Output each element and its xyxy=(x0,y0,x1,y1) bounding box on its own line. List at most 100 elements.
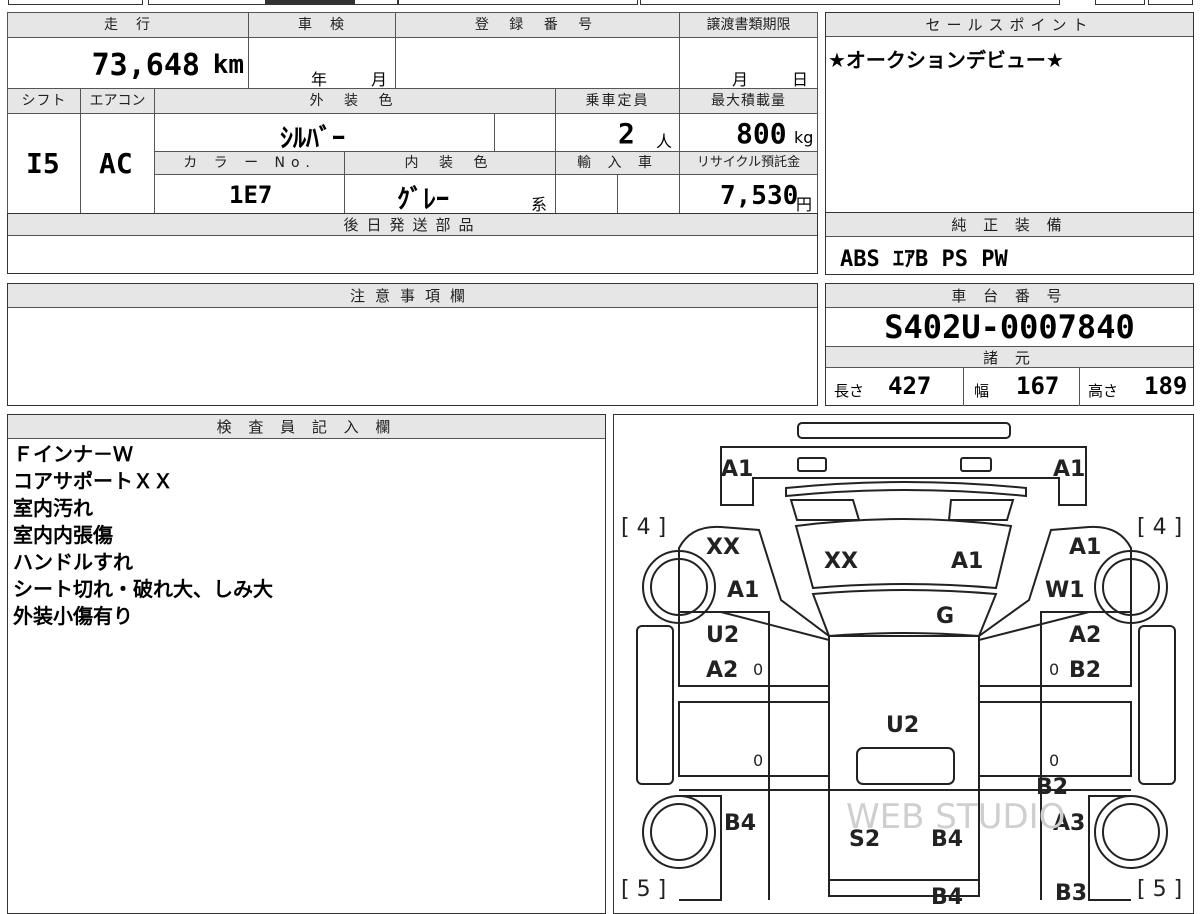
genuine-equipment-text: ABS ｴｱB PS PW xyxy=(840,247,1008,272)
mark-right-front-door-1: A2 xyxy=(1069,623,1101,648)
recycle-fee-value: 7,530 xyxy=(720,181,799,211)
left-headlight xyxy=(789,499,861,521)
max-load-unit: kg xyxy=(794,128,814,147)
mark-hood-right: A1 xyxy=(951,549,983,574)
exterior-color-value: ｼﾙﾊﾞｰ xyxy=(280,124,346,154)
vehicle-info-table: 走 行 車 検 登 録 番 号 譲渡書類期限 73,648 km 年 月 月 日… xyxy=(7,12,818,215)
shift-cell: I5 xyxy=(7,113,81,214)
top-spoiler xyxy=(797,422,1011,439)
mark-windshield: G xyxy=(936,604,954,629)
genuine-equipment-header: 純 正 装 備 xyxy=(826,213,1193,237)
inspector-header: 検 査 員 記 入 欄 xyxy=(8,415,605,439)
mark-rear-bottom-center: B4 xyxy=(931,885,963,910)
chassis-number-value: S402U-0007840 xyxy=(884,308,1135,346)
capacity-cell: 2 人 xyxy=(555,113,680,152)
inspector-note: ハンドルすれ xyxy=(13,550,133,574)
exterior-color-cell: ｼﾙﾊﾞｰ xyxy=(154,113,495,154)
tire-label-rear-right: [ 5 ] xyxy=(1137,877,1182,902)
import-header: 輸 入 車 xyxy=(555,151,680,175)
mark-left-fender-top: XX xyxy=(706,535,740,560)
watermark: WEB STUDIO xyxy=(846,797,1065,837)
mark-left-front-door-2: A2 xyxy=(706,658,738,683)
capacity-header: 乗車定員 xyxy=(555,88,680,114)
exterior-color-extra xyxy=(494,113,556,152)
shift-header: シフト xyxy=(7,88,81,114)
mark-hood-left: XX xyxy=(824,549,858,574)
transfer-month-label: 月 xyxy=(732,70,749,89)
rear-right-tire xyxy=(1094,795,1168,869)
mark-rear-bottom-right: B3 xyxy=(1055,881,1087,906)
odometer-value: 73,648 xyxy=(91,48,200,83)
caution-box: 注意事項欄 xyxy=(7,283,818,406)
spec-height: 高さ 189 xyxy=(1080,368,1193,406)
interior-color-cell: ｸﾞﾚｰ 系 xyxy=(344,174,556,215)
import-cell xyxy=(555,174,618,214)
later-parts-box: 後日発送部品 xyxy=(7,213,818,274)
max-load-value: 800 xyxy=(736,117,787,150)
inspection-cell: 年 月 xyxy=(248,37,396,89)
shift-value: I5 xyxy=(26,147,60,180)
max-load-cell: 800 kg xyxy=(679,113,818,152)
right-headlight xyxy=(947,499,1015,521)
roof-hatch xyxy=(856,747,955,785)
hood-outline xyxy=(785,481,1027,498)
chassis-box: 車 台 番 号 S402U-0007840 諸 元 長さ 427 幅 167 高… xyxy=(825,283,1194,406)
tire-label-front-left: [ 4 ] xyxy=(621,515,666,540)
mark-left-fender: A1 xyxy=(727,578,759,603)
inspector-note: 外装小傷有り xyxy=(13,604,133,628)
interior-color-value: ｸﾞﾚｰ xyxy=(397,185,450,215)
spec-length-label: 長さ xyxy=(834,382,865,400)
mark-left-rear-quarter: B4 xyxy=(724,811,756,836)
spec-length: 長さ 427 xyxy=(826,368,964,406)
aircon-value: AC xyxy=(99,147,133,180)
zero-mark: 0 xyxy=(753,660,763,679)
spec-width: 幅 167 xyxy=(964,368,1080,406)
chassis-header: 車 台 番 号 xyxy=(826,284,1193,308)
inspector-note: シート切れ・破れ大、しみ大 xyxy=(13,577,273,601)
registration-cell xyxy=(395,37,680,89)
sales-point-box: セールスポイント ★オークションデビュー★ xyxy=(825,12,1194,213)
mark-right-front-door-2: B2 xyxy=(1069,658,1101,683)
capacity-unit: 人 xyxy=(656,132,673,151)
inspector-note: Ｆインナ－Ｗ xyxy=(13,442,133,466)
inspection-month-label: 月 xyxy=(371,70,388,89)
transfer-deadline-header: 譲渡書類期限 xyxy=(679,12,818,38)
tire-label-front-right: [ 4 ] xyxy=(1137,515,1182,540)
recycle-fee-cell: 7,530 円 xyxy=(679,174,818,214)
specs-header: 諸 元 xyxy=(826,346,1193,368)
color-no-header: カ ラ ー No. xyxy=(154,151,345,175)
capacity-value: 2 xyxy=(618,117,635,150)
mark-right-fender-top: A1 xyxy=(1069,535,1101,560)
registration-header: 登 録 番 号 xyxy=(395,12,680,38)
color-no-cell: 1E7 xyxy=(154,174,345,214)
spec-height-label: 高さ xyxy=(1088,382,1119,400)
mark-front-bumper-left: A1 xyxy=(721,457,753,482)
aircon-cell: AC xyxy=(80,113,155,214)
windshield xyxy=(811,589,998,638)
top-cutoff-strip xyxy=(0,0,1200,6)
interior-color-header: 内 装 色 xyxy=(344,151,556,175)
tire-label-rear-left: [ 5 ] xyxy=(621,877,666,902)
transfer-day-label: 日 xyxy=(792,70,809,89)
odometer-header: 走 行 xyxy=(7,12,249,38)
inspection-header: 車 検 xyxy=(248,12,396,38)
front-bumper xyxy=(720,446,1087,506)
mark-left-front-door-1: U2 xyxy=(706,623,739,648)
spec-width-label: 幅 xyxy=(974,382,990,400)
color-no-value: 1E7 xyxy=(229,181,273,209)
zero-mark: 0 xyxy=(753,751,763,770)
roof-panel xyxy=(828,635,980,897)
spec-length-value: 427 xyxy=(888,372,932,400)
odometer-cell: 73,648 km xyxy=(7,37,249,89)
recycle-fee-unit: 円 xyxy=(796,195,813,214)
aircon-header: エアコン xyxy=(80,88,155,114)
spec-height-value: 189 xyxy=(1144,372,1188,400)
inspector-box: 検 査 員 記 入 欄 Ｆインナ－Ｗ コアサポートＸＸ 室内汚れ 室内内張傷 ハ… xyxy=(7,414,606,914)
right-rear-quarter xyxy=(1088,795,1131,901)
sales-point-text: ★オークションデビュー★ xyxy=(828,48,1064,72)
inspector-notes-list: Ｆインナ－Ｗ コアサポートＸＸ 室内汚れ 室内内張傷 ハンドルすれ シート切れ・… xyxy=(13,441,273,630)
vehicle-diagram-box: [ 4 ] [ 4 ] [ 5 ] [ 5 ] A1 A1 XX A1 XX A… xyxy=(613,414,1194,914)
caution-header: 注意事項欄 xyxy=(8,284,817,308)
left-side-step xyxy=(636,625,674,785)
vehicle-diagram: [ 4 ] [ 4 ] [ 5 ] [ 5 ] A1 A1 XX A1 XX A… xyxy=(621,422,1182,910)
